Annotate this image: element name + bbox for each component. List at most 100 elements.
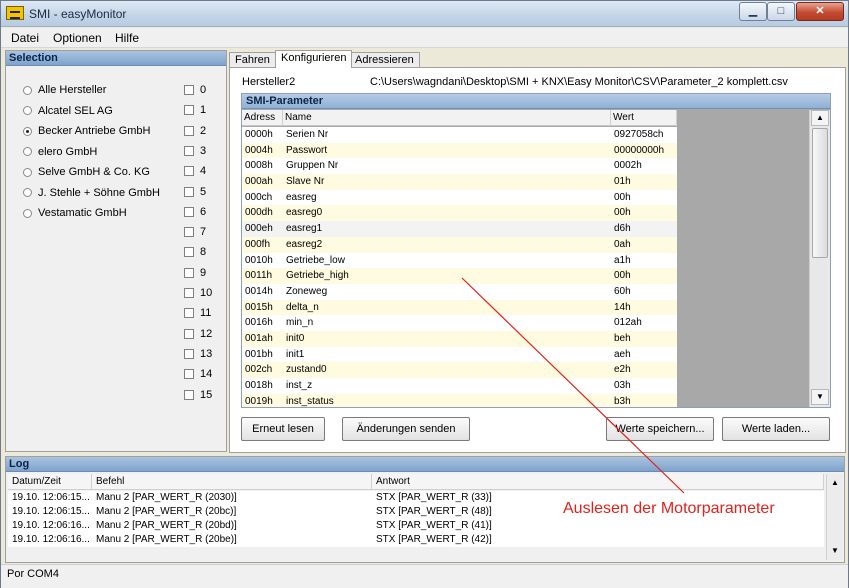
cell-value[interactable]: 03h [614, 378, 631, 393]
cell-value[interactable]: 012ah [614, 315, 642, 330]
checkbox[interactable] [184, 85, 194, 95]
reread-button[interactable]: Erneut lesen [241, 417, 325, 441]
radio-button[interactable] [23, 106, 32, 115]
cell-value[interactable]: 0927058ch [614, 127, 664, 142]
address-checkbox-row[interactable]: 0 [184, 83, 206, 97]
log-column-befehl[interactable]: Befehl [92, 474, 372, 490]
checkbox[interactable] [184, 308, 194, 319]
table-row[interactable]: 0019h inst_status b3h [242, 393, 677, 407]
manufacturer-option[interactable]: Alcatel SEL AG [23, 104, 113, 118]
table-row[interactable]: 0015h delta_n 14h [242, 299, 677, 316]
checkbox[interactable] [184, 206, 194, 217]
menu-optionen[interactable]: Optionen [53, 31, 102, 45]
tab-fahren[interactable]: Fahren [229, 52, 276, 68]
tab-adressieren[interactable]: Adressieren [349, 52, 420, 68]
address-checkbox-row[interactable]: 5 [184, 185, 206, 199]
log-scroll-down-icon[interactable]: ▼ [828, 544, 842, 558]
radio-button[interactable] [23, 208, 32, 218]
table-row[interactable]: 000fh easreg2 0ah [242, 236, 677, 253]
checkbox[interactable] [184, 105, 194, 116]
table-row[interactable]: 001bh init1 aeh [242, 346, 677, 363]
table-row[interactable]: 0000h Serien Nr 0927058ch [242, 127, 677, 143]
minimize-button[interactable]: ▁ [739, 2, 767, 21]
cell-value[interactable]: b3h [614, 394, 631, 407]
scroll-thumb[interactable] [812, 128, 828, 258]
cell-value[interactable]: 00h [614, 190, 631, 205]
close-button[interactable]: ✕ [796, 2, 844, 21]
address-checkbox-row[interactable]: 2 [184, 124, 206, 138]
scroll-up-icon[interactable]: ▲ [811, 110, 829, 126]
table-row[interactable]: 0016h min_n 012ah [242, 315, 677, 331]
checkbox[interactable] [184, 267, 194, 278]
manufacturer-option[interactable]: Vestamatic GmbH [23, 206, 127, 220]
radio-button[interactable] [23, 126, 32, 136]
address-checkbox-row[interactable]: 4 [184, 164, 206, 178]
tab-konfigurieren[interactable]: Konfigurieren [275, 50, 353, 68]
log-vertical-scrollbar[interactable]: ▲ ▼ [826, 474, 843, 560]
radio-button[interactable] [23, 147, 32, 156]
address-checkbox-row[interactable]: 8 [184, 245, 206, 259]
checkbox[interactable] [184, 247, 194, 258]
cell-value[interactable]: 0002h [614, 158, 642, 173]
address-checkbox-row[interactable]: 13 [184, 347, 212, 361]
checkbox[interactable] [184, 166, 194, 177]
table-row[interactable]: 0014h Zoneweg 60h [242, 283, 677, 300]
manufacturer-option[interactable]: Becker Antriebe GmbH [23, 124, 151, 138]
save-values-button[interactable]: Werte speichern... [606, 417, 714, 441]
table-row[interactable]: 0018h inst_z 03h [242, 378, 677, 394]
manufacturer-option[interactable]: Selve GmbH & Co. KG [23, 165, 150, 179]
address-checkbox-row[interactable]: 12 [184, 327, 212, 341]
title-bar[interactable]: SMI - easyMonitor ▁ □ ✕ [1, 1, 848, 27]
scroll-down-icon[interactable]: ▼ [811, 389, 829, 405]
address-checkbox-row[interactable]: 11 [184, 306, 211, 320]
cell-value[interactable]: d6h [614, 221, 631, 236]
address-checkbox-row[interactable]: 3 [184, 144, 206, 158]
cell-value[interactable]: aeh [614, 347, 631, 362]
send-changes-button[interactable]: Änderungen senden [342, 417, 470, 441]
table-row[interactable]: 000dh easreg0 00h [242, 205, 677, 222]
radio-button[interactable] [23, 85, 32, 95]
address-checkbox-row[interactable]: 9 [184, 266, 206, 280]
table-row[interactable]: 000eh easreg1 d6h [242, 221, 677, 237]
log-row[interactable]: 19.10. 12:06:16... Manu 2 [PAR_WERT_R (20… [8, 519, 824, 533]
checkbox[interactable] [184, 348, 194, 359]
log-scroll-up-icon[interactable]: ▲ [828, 476, 842, 490]
checkbox[interactable] [184, 328, 194, 339]
checkbox[interactable] [184, 145, 194, 156]
menu-datei[interactable]: Datei [11, 31, 39, 45]
cell-value[interactable]: 01h [614, 174, 631, 189]
grid-vertical-scrollbar[interactable]: ▲ ▼ [809, 110, 830, 407]
table-row[interactable]: 0008h Gruppen Nr 0002h [242, 158, 677, 175]
column-header-adress[interactable]: Adress [242, 110, 283, 126]
load-values-button[interactable]: Werte laden... [722, 417, 830, 441]
column-header-wert[interactable]: Wert [611, 110, 677, 126]
cell-value[interactable]: a1h [614, 253, 631, 268]
maximize-button[interactable]: □ [767, 2, 795, 21]
log-row[interactable]: 19.10. 12:06:16... Manu 2 [PAR_WERT_R (20… [8, 533, 824, 547]
address-checkbox-row[interactable]: 1 [184, 103, 206, 117]
manufacturer-option[interactable]: Alle Hersteller [23, 83, 106, 97]
table-row[interactable]: 000ah Slave Nr 01h [242, 174, 677, 190]
table-row[interactable]: 001ah init0 beh [242, 330, 677, 347]
checkbox[interactable] [184, 186, 194, 197]
checkbox[interactable] [184, 227, 194, 238]
table-row[interactable]: 000ch easreg 00h [242, 189, 677, 206]
address-checkbox-row[interactable]: 7 [184, 225, 206, 239]
address-checkbox-row[interactable]: 15 [184, 388, 212, 402]
cell-value[interactable]: 00h [614, 268, 631, 283]
table-row[interactable]: 0011h Getriebe_high 00h [242, 268, 677, 284]
radio-button[interactable] [23, 188, 32, 197]
checkbox[interactable] [184, 288, 194, 298]
log-column-datetime[interactable]: Datum/Zeit [8, 474, 92, 490]
checkbox[interactable] [184, 125, 194, 136]
column-header-name[interactable]: Name [283, 110, 611, 126]
cell-value[interactable]: beh [614, 331, 631, 346]
cell-value[interactable]: e2h [614, 362, 631, 377]
address-checkbox-row[interactable]: 14 [184, 367, 212, 381]
cell-value[interactable]: 0ah [614, 237, 631, 252]
cell-value[interactable]: 00000000h [614, 143, 664, 158]
radio-button[interactable] [23, 167, 32, 177]
checkbox[interactable] [184, 369, 194, 380]
cell-value[interactable]: 00h [614, 205, 631, 220]
manufacturer-option[interactable]: elero GmbH [23, 145, 97, 159]
